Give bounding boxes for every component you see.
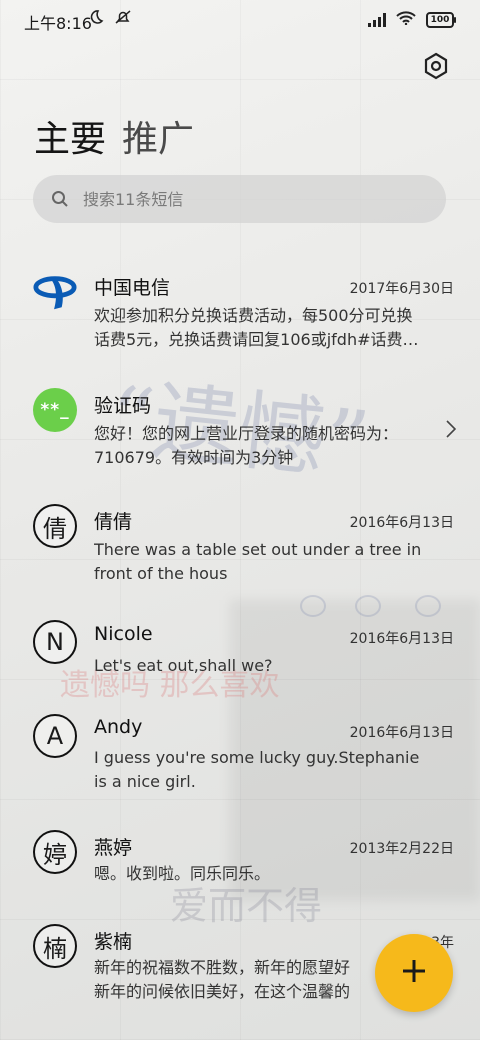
contact-name: 倩倩 xyxy=(94,511,133,533)
contact-name: 紫楠 xyxy=(94,931,133,953)
tab-bar: 主要 推广 xyxy=(34,110,194,162)
contact-name: 中国电信 xyxy=(94,277,171,299)
cell-signal-icon xyxy=(368,12,386,27)
avatar: 婷 xyxy=(33,830,77,874)
search-bar[interactable] xyxy=(33,175,446,223)
tab-primary[interactable]: 主要 xyxy=(34,110,106,162)
search-icon xyxy=(51,190,69,208)
silent-bell-icon xyxy=(114,9,132,29)
message-snippet: There was a table set out under a tree i… xyxy=(94,540,422,583)
message-snippet: I guess you're some lucky guy.Stephanie … xyxy=(94,748,420,791)
avatar: 倩 xyxy=(33,504,77,548)
wallpaper-heart xyxy=(355,595,381,617)
new-message-button[interactable] xyxy=(375,934,453,1012)
avatar: **_ xyxy=(33,388,77,432)
wallpaper-heart xyxy=(415,595,441,617)
message-date: 2017年6月30日 xyxy=(349,281,454,297)
message-snippet: 欢迎参加积分兑换话费活动，每500分可兑换 话费5元，兑换话费请回复106或jf… xyxy=(94,306,419,349)
message-date: 2016年6月13日 xyxy=(349,515,454,531)
message-snippet: 新年的祝福数不胜数，新年的愿望好 新年的问候依旧美好，在这个温馨的 xyxy=(94,958,351,1001)
message-snippet: 嗯。收到啦。同乐同乐。 xyxy=(94,864,271,883)
search-input[interactable] xyxy=(81,188,405,210)
china-telecom-logo-icon xyxy=(33,270,77,314)
dnd-moon-icon xyxy=(88,9,104,29)
contact-name: Andy xyxy=(94,716,143,738)
chevron-right-icon[interactable] xyxy=(446,420,457,442)
plus-icon xyxy=(400,957,428,989)
avatar: 楠 xyxy=(33,924,77,968)
wallpaper-heart xyxy=(300,595,326,617)
battery-icon: 100 xyxy=(426,11,456,28)
hexagon-settings-icon xyxy=(423,52,449,84)
contact-name: 验证码 xyxy=(94,395,152,417)
status-time: 上午8:16 xyxy=(24,14,92,33)
message-snippet: Let's eat out,shall we? xyxy=(94,656,273,675)
avatar: A xyxy=(33,714,77,758)
tab-promotions[interactable]: 推广 xyxy=(122,110,194,162)
message-date: 2016年6月13日 xyxy=(349,725,454,741)
status-bar: 上午8:16 100 xyxy=(0,0,480,40)
contact-name: Nicole xyxy=(94,623,153,645)
message-date: 2016年6月13日 xyxy=(349,631,454,647)
wifi-icon xyxy=(396,10,416,29)
settings-button[interactable] xyxy=(420,52,452,84)
message-date: 2013年2月22日 xyxy=(349,841,454,857)
contact-name: 燕婷 xyxy=(94,837,133,859)
avatar: N xyxy=(33,620,77,664)
message-snippet: 您好！您的网上营业厅登录的随机密码为： 710679。有效时间为3分钟 xyxy=(94,424,399,467)
